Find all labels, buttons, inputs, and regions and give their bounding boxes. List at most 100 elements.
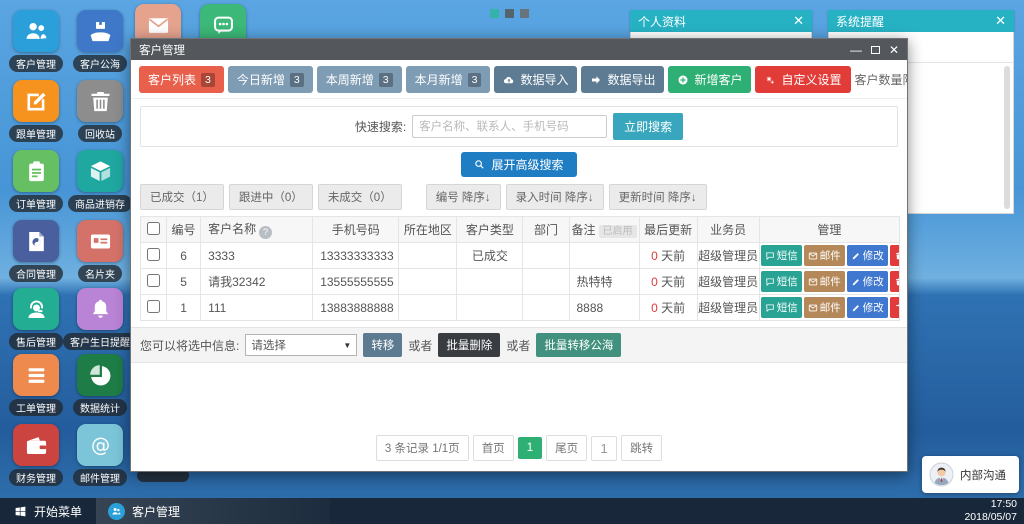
email-button[interactable]: 邮件 — [803, 245, 845, 266]
desktop-icon-customer-management[interactable]: 客户管理 — [5, 10, 67, 72]
batch-select[interactable]: 请选择 ▼ — [245, 334, 358, 356]
internal-chat-widget[interactable]: 内部沟通 — [922, 456, 1019, 493]
tab-customer-list[interactable]: 客户列表 3 — [139, 66, 224, 93]
row-checkbox[interactable] — [147, 299, 161, 313]
profile-panel-title: 个人资料 — [638, 14, 687, 29]
tab-new-today[interactable]: 今日新增 3 — [227, 66, 313, 93]
window-title: 客户管理 — [139, 44, 185, 57]
add-customer-button[interactable]: 新增客户 — [668, 66, 752, 93]
bulk-transfer-pool-button[interactable]: 批量转移公海 — [536, 333, 622, 357]
sms-button[interactable]: 短信 — [760, 297, 802, 318]
cell-agent: 超级管理员 — [696, 294, 760, 321]
page-jump-input[interactable] — [591, 435, 618, 461]
email-button[interactable]: 邮件 — [803, 297, 845, 318]
reminder-panel-header: 系统提醒 ✕ — [828, 10, 1014, 32]
col-updated: 最后更新 — [638, 216, 698, 243]
desktop-icon-business-cards[interactable]: 名片夹 — [69, 220, 131, 282]
sms-button[interactable]: 短信 — [760, 271, 802, 292]
avatar — [929, 462, 954, 487]
maximize-icon[interactable] — [870, 45, 880, 54]
export-data-button[interactable]: 数据导出 — [581, 66, 665, 93]
desktop-icon-recycle-bin[interactable]: 回收站 — [69, 80, 131, 142]
count-badge: 3 — [289, 72, 304, 87]
sort-by-updated[interactable]: 更新时间 降序↓ — [608, 184, 707, 210]
desktop-icon-contract-management[interactable]: 合同管理 — [5, 220, 67, 282]
desktop-icon-label: 订单管理 — [9, 195, 63, 212]
desktop-icon-statistics[interactable]: 数据统计 — [69, 354, 131, 416]
batch-actions-row: 您可以将选中信息: 请选择 ▼ 转移 或者 批量删除 或者 批量转移公海 — [131, 327, 907, 363]
desktop-icon-order-followup[interactable]: 跟单管理 — [5, 80, 67, 142]
edit-button[interactable]: 修改 — [846, 245, 888, 266]
pie-icon — [77, 354, 123, 396]
jump-button[interactable]: 跳转 — [621, 435, 663, 461]
delete-button[interactable]: 删除 — [889, 245, 899, 266]
taskbar-task-customer-management[interactable]: 客户管理 — [96, 498, 331, 524]
select-all-checkbox[interactable] — [147, 221, 161, 235]
last-page-button[interactable]: 尾页 — [546, 435, 588, 461]
close-icon[interactable]: ✕ — [793, 13, 804, 29]
close-icon[interactable]: ✕ — [889, 44, 899, 56]
search-button[interactable]: 立即搜索 — [613, 113, 684, 140]
sort-by-created[interactable]: 录入时间 降序↓ — [505, 184, 604, 210]
filter-closed[interactable]: 已成交（1） — [140, 184, 224, 210]
cell-id: 1 — [166, 294, 202, 321]
email-button[interactable]: 邮件 — [803, 271, 845, 292]
desktop-icon-workorder-management[interactable]: 工单管理 — [5, 354, 67, 416]
import-data-button[interactable]: 数据导入 — [494, 66, 578, 93]
cloud-upload-icon — [504, 76, 514, 83]
desktop-icon-finance-management[interactable]: 财务管理 — [5, 424, 67, 486]
or-label: 或者 — [506, 338, 531, 353]
scrollbar[interactable] — [1004, 66, 1010, 209]
bulk-delete-button[interactable]: 批量删除 — [438, 333, 501, 357]
cell-name[interactable]: 3333 — [200, 242, 314, 269]
first-page-button[interactable]: 首页 — [472, 435, 514, 461]
sms-button[interactable]: 短信 — [760, 245, 802, 266]
window-titlebar[interactable]: 客户管理 — ✕ — [131, 39, 907, 60]
date: 2018/05/07 — [964, 511, 1017, 523]
cell-name[interactable]: 请我32342 — [200, 268, 314, 295]
filter-not-closed[interactable]: 未成交（0） — [317, 184, 402, 210]
desktop-icon-label: 邮件管理 — [73, 469, 127, 486]
start-menu-button[interactable]: 开始菜单 — [0, 498, 96, 524]
svg-text:@: @ — [90, 433, 109, 456]
filter-row: 已成交（1） 跟进中（0） 未成交（0） 编号 降序↓ 录入时间 降序↓ 更新时… — [131, 179, 907, 214]
envelope-icon — [808, 252, 817, 259]
chat-widget-label: 内部沟通 — [960, 469, 1006, 482]
col-agent: 业务员 — [696, 216, 760, 243]
delete-button[interactable]: 删除 — [889, 297, 899, 318]
custom-settings-button[interactable]: 自定义设置 — [755, 66, 851, 93]
search-input[interactable] — [412, 115, 608, 138]
export-icon — [592, 75, 601, 84]
help-icon[interactable]: ? — [259, 226, 273, 239]
count-badge: 3 — [378, 72, 393, 87]
delete-button[interactable]: 删除 — [889, 271, 899, 292]
sort-by-id[interactable]: 编号 降序↓ — [425, 184, 501, 210]
close-icon[interactable]: ✕ — [995, 13, 1006, 29]
tab-new-this-week[interactable]: 本周新增 3 — [316, 66, 402, 93]
taskbar-clock[interactable]: 17:50 2018/05/07 — [964, 498, 1024, 523]
cell-name[interactable]: 111 — [200, 294, 314, 321]
row-checkbox[interactable] — [147, 247, 161, 261]
edit-button[interactable]: 修改 — [846, 271, 888, 292]
desktop-icon-order-management[interactable]: 订单管理 — [5, 150, 67, 212]
cell-actions: 短信邮件修改删除 — [758, 242, 901, 269]
desktop-icon-inventory[interactable]: 商品进销存 — [68, 150, 132, 212]
desktop-icon-mail-management[interactable]: @ 邮件管理 — [69, 424, 131, 486]
tab-new-this-month[interactable]: 本月新增 3 — [405, 66, 491, 93]
at-icon: @ — [77, 424, 123, 466]
advanced-search-button[interactable]: 展开高级搜索 — [461, 152, 577, 177]
desktop-icon-birthday-reminder[interactable]: 客户生日提醒 — [63, 288, 137, 350]
cell-actions: 短信邮件修改删除 — [758, 268, 901, 295]
col-region: 所在地区 — [398, 216, 458, 243]
transfer-button[interactable]: 转移 — [363, 333, 403, 357]
minimize-icon[interactable]: — — [850, 44, 862, 56]
edit-button[interactable]: 修改 — [846, 297, 888, 318]
filter-in-progress[interactable]: 跟进中（0） — [228, 184, 313, 210]
row-checkbox[interactable] — [147, 273, 161, 287]
desktop-icon-aftersales-management[interactable]: 售后管理 — [5, 288, 67, 350]
cell-id: 6 — [166, 242, 202, 269]
desktop-icon-label: 客户生日提醒 — [63, 333, 137, 350]
current-page-button[interactable]: 1 — [517, 437, 543, 459]
cell-agent: 超级管理员 — [696, 242, 760, 269]
desktop-icon-customer-pool[interactable]: 客户公海 — [69, 10, 131, 72]
